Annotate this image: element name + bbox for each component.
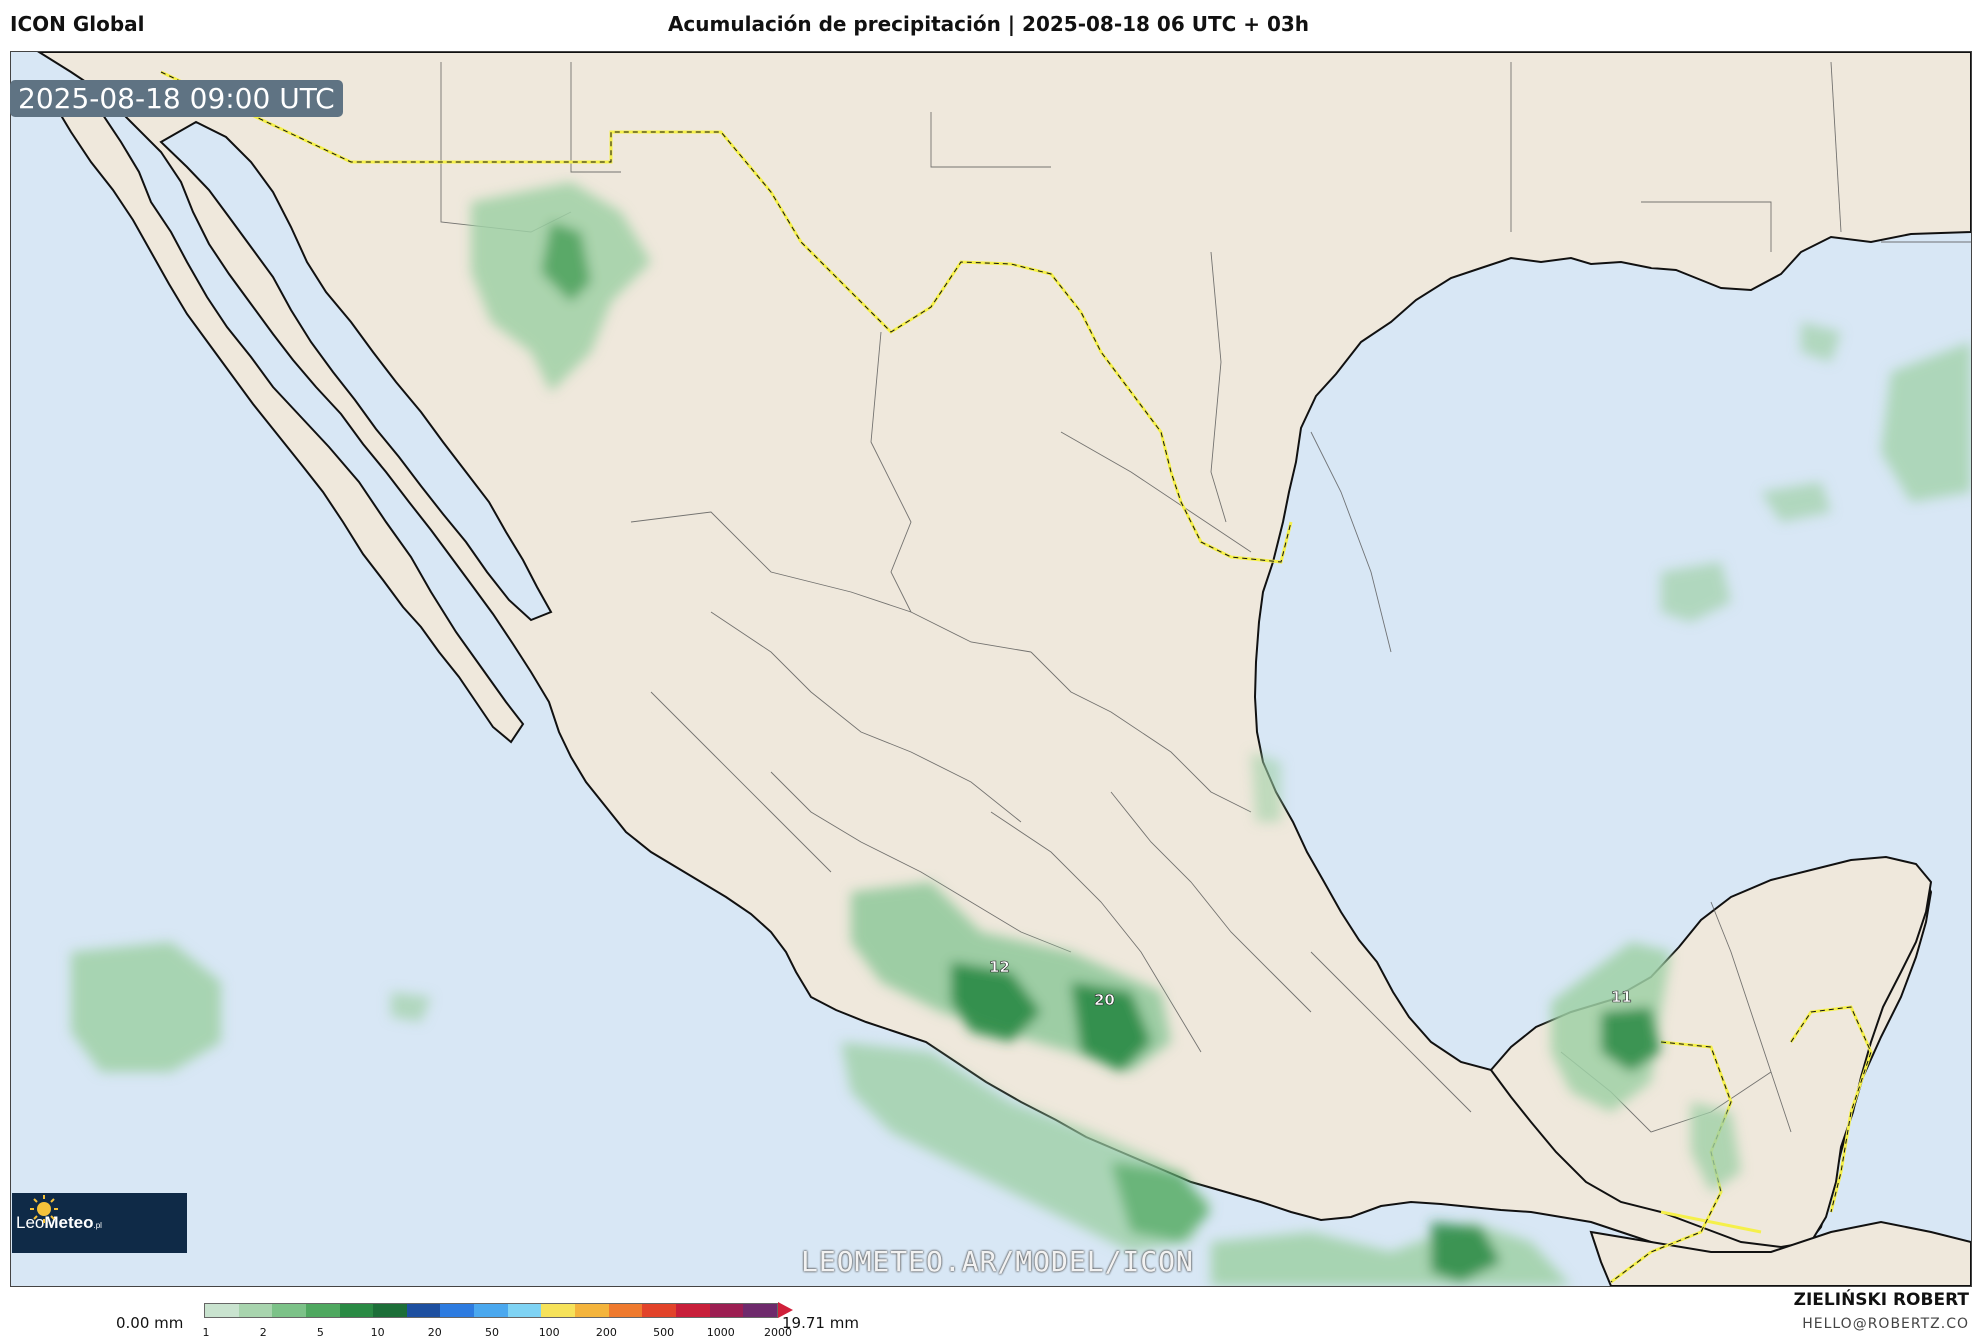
valid-time-badge: 2025-08-18 09:00 UTC [10, 80, 343, 117]
colorbar-swatch [575, 1304, 609, 1317]
colorbar-swatch [507, 1304, 542, 1317]
map-panel[interactable]: 12 20 11 LeoMeteo.pl LEOMETEO.AR/MODEL/I… [10, 51, 1972, 1287]
author-email[interactable]: HELLO@ROBERTZ.CO [1802, 1316, 1969, 1332]
map-title: Acumulación de precipitación | 2025-08-1… [667, 12, 1310, 36]
colorbar-tick-label: 2 [259, 1326, 267, 1339]
colorbar-tick-label: 2000 [764, 1326, 792, 1339]
colorbar-swatch [373, 1304, 407, 1317]
map-canvas: 12 20 11 [11, 52, 1971, 1286]
colorbar-swatch [406, 1304, 441, 1317]
rain-label-max-campeche: 11 [1611, 988, 1632, 1006]
colorbar-swatch [743, 1304, 777, 1317]
colorbar-swatch [709, 1304, 744, 1317]
watermark-url: LEOMETEO.AR/MODEL/ICON [801, 1245, 1194, 1278]
colorbar-tick-label: 500 [653, 1326, 675, 1339]
colorbar-tick-label: 1000 [706, 1326, 735, 1339]
colorbar-tick-label: 100 [538, 1326, 560, 1339]
legend-min-label: 0.00 mm [116, 1314, 184, 1332]
colorbar-swatch [272, 1304, 306, 1317]
colorbar-swatch [675, 1304, 710, 1317]
precipitation-colorbar [204, 1303, 778, 1318]
rain-label-max-jalisco: 12 [989, 958, 1010, 976]
colorbar-swatch [608, 1304, 643, 1317]
colorbar-swatch [305, 1304, 340, 1317]
colorbar-tick-label: 5 [316, 1326, 324, 1339]
colorbar-tick-label: 1 [202, 1326, 210, 1339]
colorbar-tick-label: 20 [427, 1326, 442, 1339]
colorbar-swatch [339, 1304, 374, 1317]
colorbar-swatch [238, 1304, 273, 1317]
colorbar-swatch [474, 1304, 508, 1317]
leometeo-logo[interactable]: LeoMeteo.pl [12, 1193, 187, 1253]
author-name: ZIELIŃSKI ROBERT [1793, 1290, 1969, 1310]
sun-icon [30, 1195, 58, 1223]
colorbar-tick-label: 50 [485, 1326, 499, 1339]
colorbar-tick-label: 200 [595, 1326, 617, 1339]
colorbar-swatch [205, 1304, 239, 1317]
colorbar-tick-label: 10 [370, 1326, 385, 1339]
rain-label-max-michoacan: 20 [1094, 991, 1115, 1009]
colorbar-swatch [440, 1304, 475, 1317]
legend-max-label: 19.71 mm [782, 1314, 859, 1332]
colorbar-swatch [541, 1304, 576, 1317]
colorbar-swatch [642, 1304, 676, 1317]
